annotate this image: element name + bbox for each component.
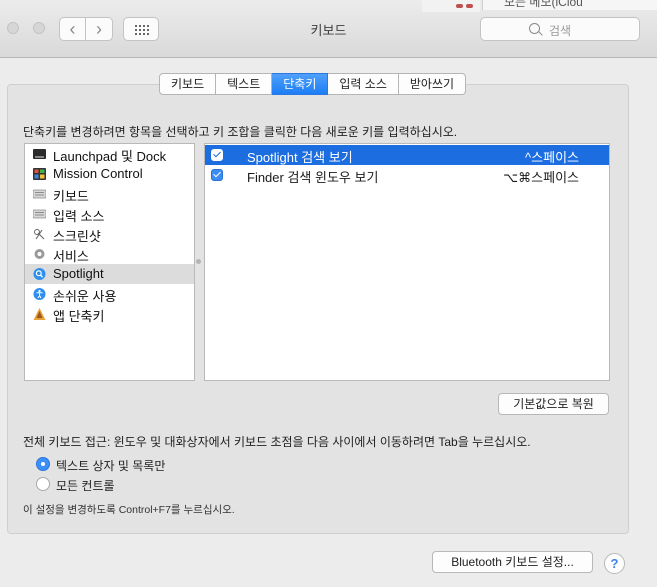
shortcut-keys[interactable]: ⌥⌘스페이스 (503, 167, 579, 186)
radio-all-controls[interactable] (36, 477, 50, 491)
launchpad-icon (33, 149, 46, 159)
tab-text[interactable]: 텍스트 (216, 73, 273, 95)
background-window-fragment (422, 0, 480, 12)
radio-label: 모든 컨트롤 (56, 479, 115, 493)
tab-keyboard[interactable]: 키보드 (159, 73, 217, 95)
category-list[interactable]: Launchpad 및 Dock Mission Control 키보드 입력 … (24, 143, 195, 381)
radio-label: 텍스트 상자 및 목록만 (56, 459, 166, 473)
app-shortcuts-icon (33, 308, 46, 320)
shortcut-checkbox[interactable] (211, 149, 223, 161)
spotlight-icon (33, 268, 46, 280)
accessibility-icon (33, 288, 46, 300)
category-label: Spotlight (53, 266, 104, 281)
keyboard-hint-text: 이 설정을 변경하도록 Control+F7를 누르십시오. (23, 504, 235, 516)
category-label: 손쉬운 사용 (53, 289, 117, 304)
background-window-text: 모든 메모(iClou (504, 0, 583, 9)
category-label: Mission Control (53, 166, 143, 181)
help-button[interactable]: ? (604, 553, 625, 574)
tab-bar: 키보드 텍스트 단축키 입력 소스 받아쓰기 (159, 73, 467, 95)
title-bar: 모든 메모(iClou ‹ › 키보드 검색 (0, 0, 657, 58)
tab-dictation[interactable]: 받아쓰기 (398, 73, 467, 95)
search-field[interactable]: 검색 (480, 17, 640, 41)
search-icon (529, 23, 540, 34)
full-keyboard-access-text: 전체 키보드 접근: 윈도우 및 대화상자에서 키보드 초점을 다음 사이에서 … (23, 435, 531, 449)
question-mark-icon: ? (610, 556, 619, 571)
search-placeholder: 검색 (549, 24, 572, 38)
category-item-input-sources[interactable]: 입력 소스 (25, 204, 194, 224)
shortcut-row-spotlight-search[interactable]: Spotlight 검색 보기 ^스페이스 (205, 145, 609, 165)
gear-icon (34, 249, 45, 259)
split-view-handle[interactable] (196, 259, 201, 264)
shortcut-label: Finder 검색 윈도우 보기 (247, 170, 379, 185)
mission-control-icon (33, 168, 46, 180)
category-label: 입력 소스 (53, 209, 105, 224)
category-item-services[interactable]: 서비스 (25, 244, 194, 264)
screenshot-icon (34, 229, 45, 240)
restore-defaults-button[interactable]: 기본값으로 복원 (498, 393, 609, 415)
category-item-app-shortcuts[interactable]: 앱 단축키 (25, 304, 194, 324)
radio-text-boxes-and-lists[interactable] (36, 457, 50, 471)
category-label: Launchpad 및 Dock (53, 149, 167, 164)
shortcut-keys[interactable]: ^스페이스 (525, 147, 579, 166)
keyboard-icon (33, 189, 46, 199)
category-item-mission-control[interactable]: Mission Control (25, 164, 194, 184)
category-label: 스크린샷 (53, 229, 101, 244)
category-item-launchpad[interactable]: Launchpad 및 Dock (25, 144, 194, 164)
tab-shortcuts[interactable]: 단축키 (272, 73, 329, 95)
tab-input-sources[interactable]: 입력 소스 (328, 73, 399, 95)
category-label: 키보드 (53, 189, 89, 204)
shortcut-list[interactable]: Spotlight 검색 보기 ^스페이스 Finder 검색 윈도우 보기 ⌥… (204, 143, 610, 381)
keyboard-icon (33, 209, 46, 219)
category-item-keyboard[interactable]: 키보드 (25, 184, 194, 204)
instructions-text: 단축키를 변경하려면 항목을 선택하고 키 조합을 클릭한 다음 새로운 키를 … (23, 125, 458, 139)
category-item-spotlight[interactable]: Spotlight (25, 264, 194, 284)
category-item-screenshots[interactable]: 스크린샷 (25, 224, 194, 244)
shortcut-checkbox[interactable] (211, 169, 223, 181)
category-item-accessibility[interactable]: 손쉬운 사용 (25, 284, 194, 304)
background-window-title: 모든 메모(iClou (482, 0, 657, 10)
category-label: 앱 단축키 (53, 309, 105, 324)
bluetooth-keyboard-setup-button[interactable]: Bluetooth 키보드 설정... (432, 551, 593, 573)
shortcut-label: Spotlight 검색 보기 (247, 150, 353, 165)
category-label: 서비스 (53, 249, 89, 264)
shortcut-row-finder-search[interactable]: Finder 검색 윈도우 보기 ⌥⌘스페이스 (205, 165, 609, 185)
